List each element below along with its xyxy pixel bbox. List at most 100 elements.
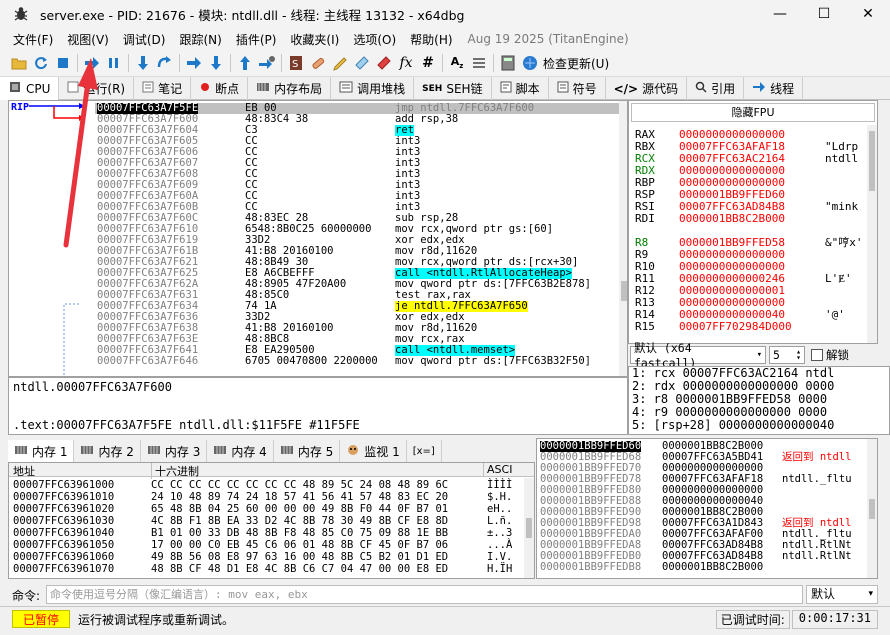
register-row[interactable]: RDI 0000001BB8C2B000 — [635, 213, 785, 225]
dump-address: 00007FFC63961040 — [13, 527, 115, 539]
menu-debug[interactable]: 调试(D) — [116, 31, 173, 48]
script-icon — [500, 81, 512, 96]
command-bar: 命令: 命令使用逗号分隔（像汇编语言）: mov eax, ebx 默认 ▾ — [0, 584, 890, 606]
dump-hex[interactable]: 65 48 8B 04 25 60 00 00 00 49 8B F0 44 0… — [151, 504, 448, 515]
bookmark-icon[interactable] — [373, 52, 395, 74]
tab-call-stack[interactable]: 调用堆栈 — [331, 77, 415, 100]
patch-icon[interactable] — [307, 52, 329, 74]
minimize-button[interactable]: — — [758, 0, 802, 28]
dump-scrollbar[interactable] — [524, 478, 534, 578]
check-update-button[interactable]: 检查更新(U) — [543, 55, 609, 72]
status-message: 运行被调试程序或重新调试。 — [78, 612, 235, 627]
arg-count-spinner[interactable]: 5 ▴ ▾ — [769, 346, 805, 364]
tab-breakpoints[interactable]: 断点 — [191, 77, 249, 100]
menu-plugins[interactable]: 插件(P) — [229, 31, 284, 48]
dump-hex[interactable]: 17 00 00 C0 EB 45 C6 06 01 48 8B CF 45 0… — [151, 540, 448, 551]
tab-log[interactable]: 运行(R) — [59, 77, 135, 100]
execute-till-return-icon[interactable] — [234, 52, 256, 74]
menu-options[interactable]: 选项(O) — [346, 31, 403, 48]
disasm-row[interactable]: 00007FFC63A7F646 6705 00470800 2200000 mov… — [95, 356, 627, 367]
tab-references[interactable]: 引用 — [687, 77, 745, 100]
dump-hex[interactable]: 48 8B CF 48 D1 E8 4C 8B C6 C7 04 47 00 0… — [151, 564, 448, 575]
step-over-icon[interactable] — [154, 52, 176, 74]
tab-threads[interactable]: 线程 — [744, 77, 804, 100]
disasm-scroll-thumb[interactable] — [621, 281, 627, 301]
restart-icon[interactable] — [30, 52, 52, 74]
run-icon[interactable] — [81, 52, 103, 74]
run-to-user-code-icon[interactable] — [256, 52, 278, 74]
hex-dump-panel[interactable]: 地址 十六进制 ASCI 00007FFC63961000 CC CC CC CC… — [8, 462, 535, 579]
hide-fpu-button[interactable]: 隐藏FPU — [631, 103, 875, 122]
regs-scrollbar[interactable] — [867, 125, 877, 343]
dump-ascii: L.ñ. — [487, 515, 513, 527]
regs-scroll-thumb[interactable] — [869, 131, 875, 191]
tab-label: 引用 — [711, 82, 736, 96]
stack-value: 0000001BB8C2B000 — [662, 561, 764, 573]
calling-convention-select[interactable]: 默认 (x64 fastcall) ▾ — [630, 341, 766, 370]
disassembly-listing[interactable]: 00007FFC63A7F5FE EB 00 jmp ntdll.7FFC63A7F… — [95, 101, 627, 376]
dump-hex[interactable]: 49 8B 56 08 E8 97 63 16 00 48 8B C5 B2 0… — [151, 552, 448, 563]
stack-panel[interactable]: 0000001BB9FFED60 0000001BB8C2B000 0000001B… — [536, 438, 878, 579]
stack-row[interactable]: 0000001BB9FFEDB8 0000001BB8C2B000 — [537, 561, 877, 573]
tab-watch-1[interactable]: 监视 1 — [340, 440, 407, 462]
tab-seh[interactable]: SEH SEH链 — [414, 77, 492, 100]
menu-trace[interactable]: 跟踪(N) — [172, 31, 228, 48]
tab-locals[interactable]: [x=] — [407, 440, 442, 462]
dump-hex[interactable]: 4C 8B F1 8B EA 33 D2 4C 8B 78 30 49 8B C… — [151, 516, 448, 527]
check-update-icon[interactable] — [519, 52, 541, 74]
tab-label: 内存 5 — [297, 444, 334, 459]
strings-icon[interactable] — [468, 52, 490, 74]
stack-scrollbar[interactable] — [867, 439, 877, 578]
comment-icon[interactable] — [329, 52, 351, 74]
unlock-checkbox[interactable] — [811, 349, 823, 361]
paused-status-badge: 已暂停 — [12, 610, 71, 628]
tab-dump-4[interactable]: 内存 4 — [207, 440, 274, 462]
tab-dump-1[interactable]: 内存 1 — [8, 440, 75, 462]
tab-dump-2[interactable]: 内存 2 — [74, 440, 141, 462]
font-icon[interactable]: Az — [446, 52, 468, 74]
tab-cpu[interactable]: CPU — [0, 77, 60, 100]
tab-script[interactable]: 脚本 — [492, 77, 549, 100]
arguments-panel[interactable]: 1: rcx 00007FFC63AC2164 ntdl 2: rdx 0000… — [628, 366, 890, 435]
toolbar-separator — [77, 54, 78, 72]
menu-favourites[interactable]: 收藏夹(I) — [283, 31, 346, 48]
dump-scroll-thumb[interactable] — [526, 518, 532, 538]
script-icon[interactable]: S — [285, 52, 307, 74]
open-folder-icon[interactable] — [8, 52, 30, 74]
dump-hex[interactable]: CC CC CC CC CC CC CC CC 48 89 5C 24 08 4… — [151, 480, 448, 491]
stack-scroll-thumb[interactable] — [869, 499, 875, 519]
trace-into-icon[interactable] — [183, 52, 205, 74]
tab-dump-5[interactable]: 内存 5 — [274, 440, 341, 462]
tab-symbols[interactable]: 符号 — [549, 77, 606, 100]
chevron-down-icon: ▾ — [756, 350, 762, 360]
close-button[interactable]: ✕ — [846, 0, 890, 28]
tab-memory-map[interactable]: 内存布局 — [248, 77, 332, 100]
dump-hex[interactable]: 24 10 48 89 74 24 18 57 41 56 41 57 48 8… — [151, 492, 448, 503]
branch-arrow-column: RIP — [9, 101, 94, 376]
command-input[interactable]: 命令使用逗号分隔（像汇编语言）: mov eax, ebx — [46, 585, 803, 604]
dump-ascii: $.H. — [487, 491, 513, 503]
status-bar: 已暂停 运行被调试程序或重新调试。 已调试时间: 0:00:17:31 — [0, 606, 890, 631]
maximize-button[interactable]: ☐ — [802, 0, 846, 28]
cpu-disassembly-panel[interactable]: RIP 00007FFC63A7F5FE EB 00 jmp ntdll.7FFC6… — [8, 100, 628, 377]
register-row[interactable]: R15 00007FF702984D000 — [635, 321, 792, 333]
menu-file[interactable]: 文件(F) — [6, 31, 60, 48]
pause-icon[interactable] — [103, 52, 125, 74]
tab-notes[interactable]: 笔记 — [134, 77, 192, 100]
stop-icon[interactable] — [52, 52, 74, 74]
info-line-1: ntdll.00007FFC63A7F600 — [13, 380, 172, 394]
registers-panel[interactable]: 隐藏FPU RAX 0000000000000000 RBX 00007FFC63AF… — [628, 100, 878, 344]
calculator-icon[interactable] — [497, 52, 519, 74]
tab-dump-3[interactable]: 内存 3 — [141, 440, 208, 462]
command-mode-select[interactable]: 默认 ▾ — [806, 585, 878, 604]
tab-source[interactable]: </> 源代码 — [606, 77, 688, 100]
label-icon[interactable] — [351, 52, 373, 74]
hash-icon[interactable]: # — [417, 52, 439, 74]
menu-help[interactable]: 帮助(H) — [403, 31, 459, 48]
function-icon[interactable]: fx — [395, 52, 417, 74]
disasm-scrollbar[interactable] — [619, 101, 627, 376]
dump-hex[interactable]: B1 01 00 33 DB 48 8B F8 48 85 C0 75 09 8… — [151, 528, 448, 539]
trace-over-icon[interactable] — [205, 52, 227, 74]
menu-view[interactable]: 视图(V) — [60, 31, 116, 48]
step-into-icon[interactable] — [132, 52, 154, 74]
